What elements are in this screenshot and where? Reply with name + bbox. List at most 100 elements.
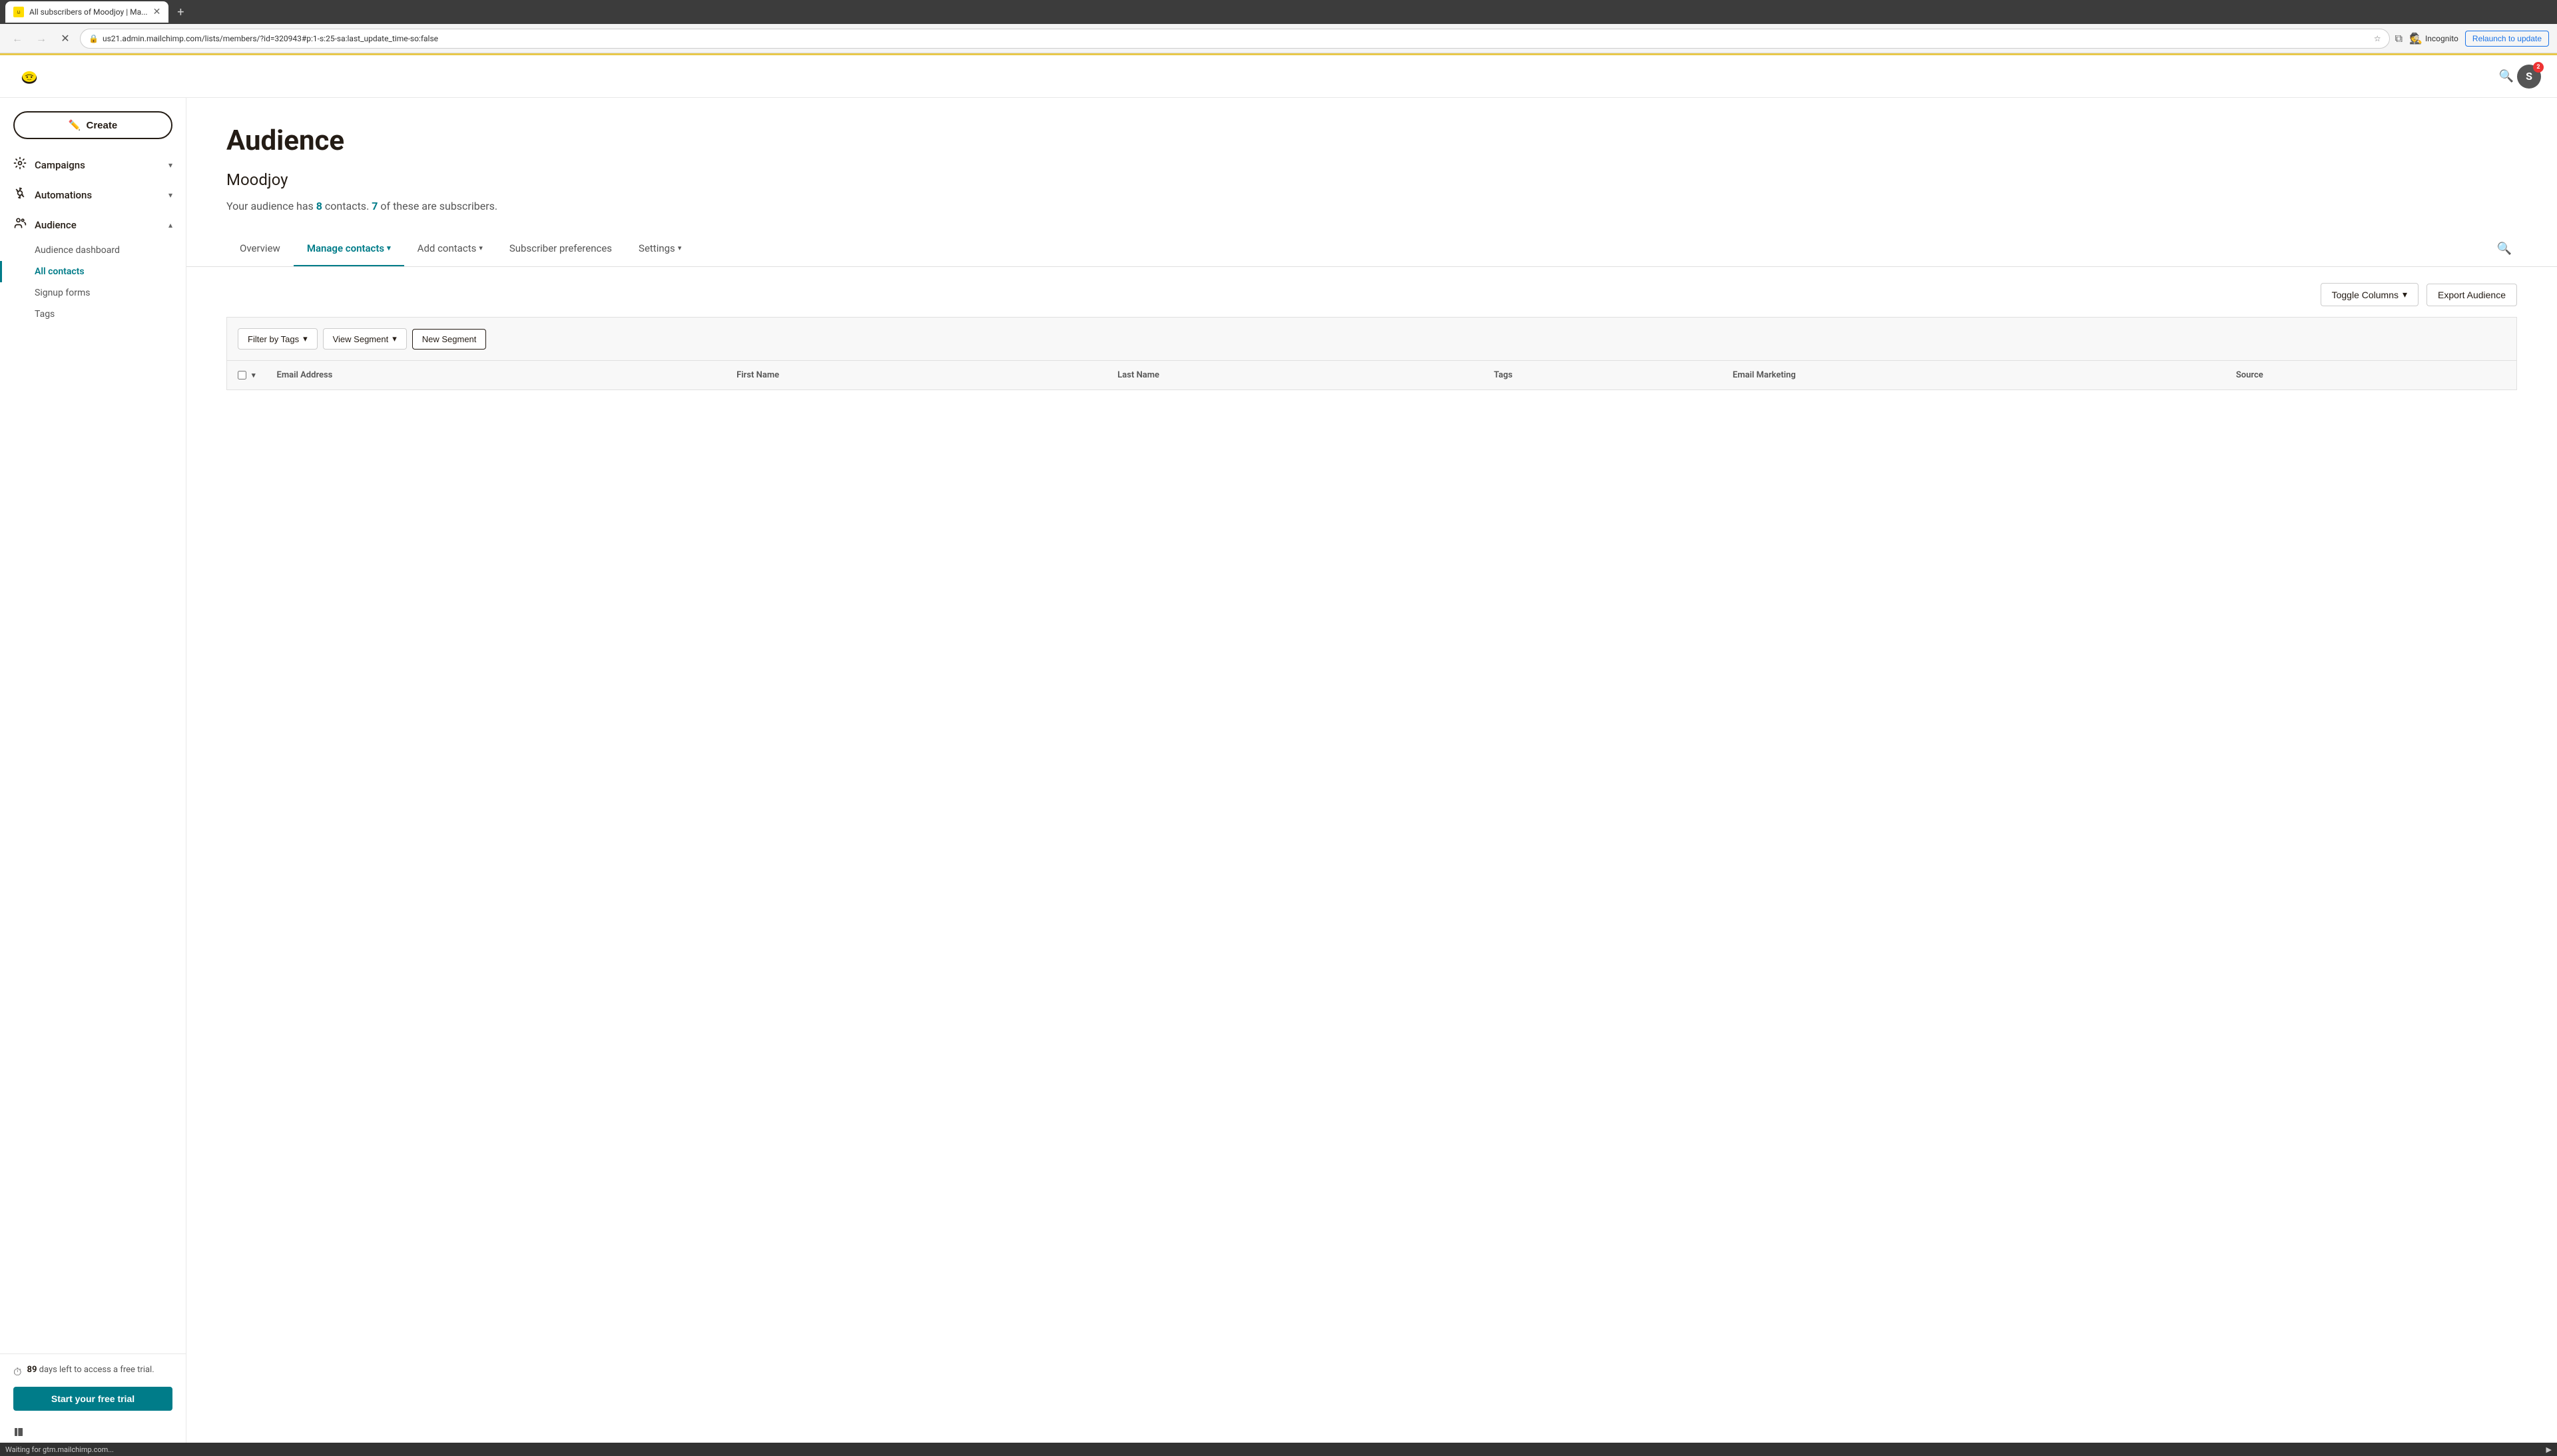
tab-manage-contacts[interactable]: Manage contacts ▾: [294, 232, 404, 266]
filter-by-tags-label: Filter by Tags: [248, 334, 299, 344]
sidebar-collapse-icon[interactable]: [13, 1427, 24, 1437]
tab-title: All subscribers of Moodjoy | Ma...: [29, 7, 148, 17]
active-tab[interactable]: All subscribers of Moodjoy | Ma... ✕: [5, 1, 168, 23]
tab-manage-contacts-label: Manage contacts: [307, 242, 384, 254]
status-right: ▶: [2546, 1445, 2552, 1454]
incognito-indicator: 🕵 Incognito: [2409, 32, 2458, 45]
new-segment-button[interactable]: New Segment: [412, 329, 487, 350]
tab-bar: All subscribers of Moodjoy | Ma... ✕ +: [0, 0, 2557, 24]
table-th-tags[interactable]: Tags: [1483, 361, 1722, 390]
column-email-marketing-label: Email Marketing: [1733, 370, 1796, 380]
table-th-first-name[interactable]: First Name: [726, 361, 1107, 390]
automations-chevron: ▾: [168, 190, 172, 200]
column-last-name-label: Last Name: [1117, 370, 1159, 380]
manage-contacts-chevron: ▾: [387, 244, 391, 252]
reload-button[interactable]: ✕: [56, 29, 75, 48]
settings-chevron: ▾: [678, 244, 682, 252]
automations-label: Automations: [35, 189, 168, 201]
relaunch-button[interactable]: Relaunch to update: [2465, 31, 2549, 47]
column-email-label: Email Address: [277, 370, 333, 380]
stats-suffix: of these are subscribers.: [378, 200, 497, 212]
mailchimp-logo[interactable]: [16, 63, 43, 90]
new-tab-button[interactable]: +: [171, 3, 190, 21]
content-toolbar: Toggle Columns ▾ Export Audience: [226, 283, 2517, 306]
sidebar-item-audience-dashboard[interactable]: Audience dashboard: [0, 240, 186, 261]
sidebar-item-tags[interactable]: Tags: [0, 304, 186, 325]
page-header: Audience Moodjoy Your audience has 8 con…: [186, 98, 2557, 231]
tab-search-button[interactable]: 🔍: [2492, 231, 2517, 266]
contacts-count: 8: [316, 200, 322, 212]
tab-subscriber-preferences[interactable]: Subscriber preferences: [496, 232, 625, 266]
content-area: Toggle Columns ▾ Export Audience Filter …: [186, 267, 2557, 406]
segment-toolbar: Filter by Tags ▾ View Segment ▾ New Segm…: [226, 317, 2517, 360]
app-container: ✏️ Create Campaigns ▾ Automations ▾ Audi…: [0, 98, 2557, 1443]
view-segment-label: View Segment: [333, 334, 389, 344]
stats-prefix: Your audience has: [226, 200, 316, 212]
add-contacts-chevron: ▾: [479, 244, 483, 252]
toggle-columns-label: Toggle Columns: [2332, 290, 2399, 300]
table-th-last-name[interactable]: Last Name: [1107, 361, 1483, 390]
tab-close-button[interactable]: ✕: [153, 7, 161, 17]
sort-chevron[interactable]: ▾: [252, 371, 256, 379]
trial-info: ⏱ 89 days left to access a free trial.: [13, 1365, 172, 1379]
campaigns-icon: [13, 156, 27, 173]
filter-by-tags-button[interactable]: Filter by Tags ▾: [238, 328, 318, 350]
url-bar[interactable]: 🔒 us21.admin.mailchimp.com/lists/members…: [80, 29, 2390, 49]
contacts-table: ▾ Email Address First Name Last Name: [226, 360, 2517, 390]
extensions-icon[interactable]: ⧉: [2395, 32, 2403, 45]
toggle-columns-button[interactable]: Toggle Columns ▾: [2321, 283, 2418, 306]
tab-settings[interactable]: Settings ▾: [625, 232, 695, 266]
page-title: Audience: [226, 124, 2517, 157]
select-all-checkbox[interactable]: [238, 371, 246, 379]
trial-section: ⏱ 89 days left to access a free trial. S…: [0, 1353, 186, 1421]
main-content: Audience Moodjoy Your audience has 8 con…: [186, 98, 2557, 1443]
create-button[interactable]: ✏️ Create: [13, 111, 172, 139]
nav-tabs: Overview Manage contacts ▾ Add contacts …: [186, 231, 2557, 267]
table-th-checkbox: ▾: [227, 361, 266, 390]
view-segment-button[interactable]: View Segment ▾: [323, 328, 407, 350]
sidebar-item-signup-forms[interactable]: Signup forms: [0, 282, 186, 304]
pencil-icon: ✏️: [69, 119, 81, 131]
table-th-source[interactable]: Source: [2225, 361, 2517, 390]
user-avatar[interactable]: S 2: [2517, 65, 2541, 89]
start-trial-button[interactable]: Start your free trial: [13, 1387, 172, 1411]
table-th-email-marketing[interactable]: Email Marketing: [1722, 361, 2225, 390]
stats-middle: contacts.: [322, 200, 372, 212]
sidebar-item-automations[interactable]: Automations ▾: [0, 180, 186, 210]
campaigns-chevron: ▾: [168, 160, 172, 170]
audience-dashboard-label: Audience dashboard: [35, 245, 120, 256]
sidebar: ✏️ Create Campaigns ▾ Automations ▾ Audi…: [0, 98, 186, 1443]
tab-add-contacts[interactable]: Add contacts ▾: [404, 232, 496, 266]
export-audience-button[interactable]: Export Audience: [2426, 284, 2517, 306]
forward-button[interactable]: →: [32, 29, 51, 48]
table-th-email[interactable]: Email Address: [266, 361, 726, 390]
audience-stats: Your audience has 8 contacts. 7 of these…: [226, 200, 2517, 212]
notification-badge: 2: [2533, 62, 2544, 73]
bookmark-icon[interactable]: ☆: [2374, 34, 2381, 43]
audience-chevron: ▴: [168, 220, 172, 230]
tab-overview-label: Overview: [240, 242, 280, 254]
lock-icon: 🔒: [89, 34, 99, 43]
trial-days: 89: [27, 1365, 37, 1375]
tab-add-contacts-label: Add contacts: [418, 242, 477, 254]
back-button[interactable]: ←: [8, 29, 27, 48]
audience-icon: [13, 216, 27, 233]
header-search-button[interactable]: 🔍: [2496, 66, 2517, 87]
tab-settings-label: Settings: [639, 242, 675, 254]
app-header: 🔍 S 2: [0, 55, 2557, 98]
sidebar-item-audience[interactable]: Audience ▴: [0, 210, 186, 240]
url-text: us21.admin.mailchimp.com/lists/members/?…: [103, 34, 2370, 43]
column-tags-label: Tags: [1494, 370, 1512, 380]
sidebar-item-campaigns[interactable]: Campaigns ▾: [0, 150, 186, 180]
tab-subscriber-preferences-label: Subscriber preferences: [509, 242, 612, 254]
filter-chevron: ▾: [303, 334, 308, 344]
all-contacts-label: All contacts: [35, 266, 85, 277]
sidebar-bottom-icon: [0, 1421, 186, 1443]
column-source-label: Source: [2236, 370, 2263, 380]
audience-name: Moodjoy: [226, 170, 2517, 189]
avatar-initial: S: [2526, 70, 2532, 83]
toolbar-actions: ⧉ 🕵 Incognito Relaunch to update: [2395, 31, 2549, 47]
tab-overview[interactable]: Overview: [226, 232, 294, 266]
audience-label: Audience: [35, 219, 168, 231]
sidebar-item-all-contacts[interactable]: All contacts: [0, 261, 186, 282]
